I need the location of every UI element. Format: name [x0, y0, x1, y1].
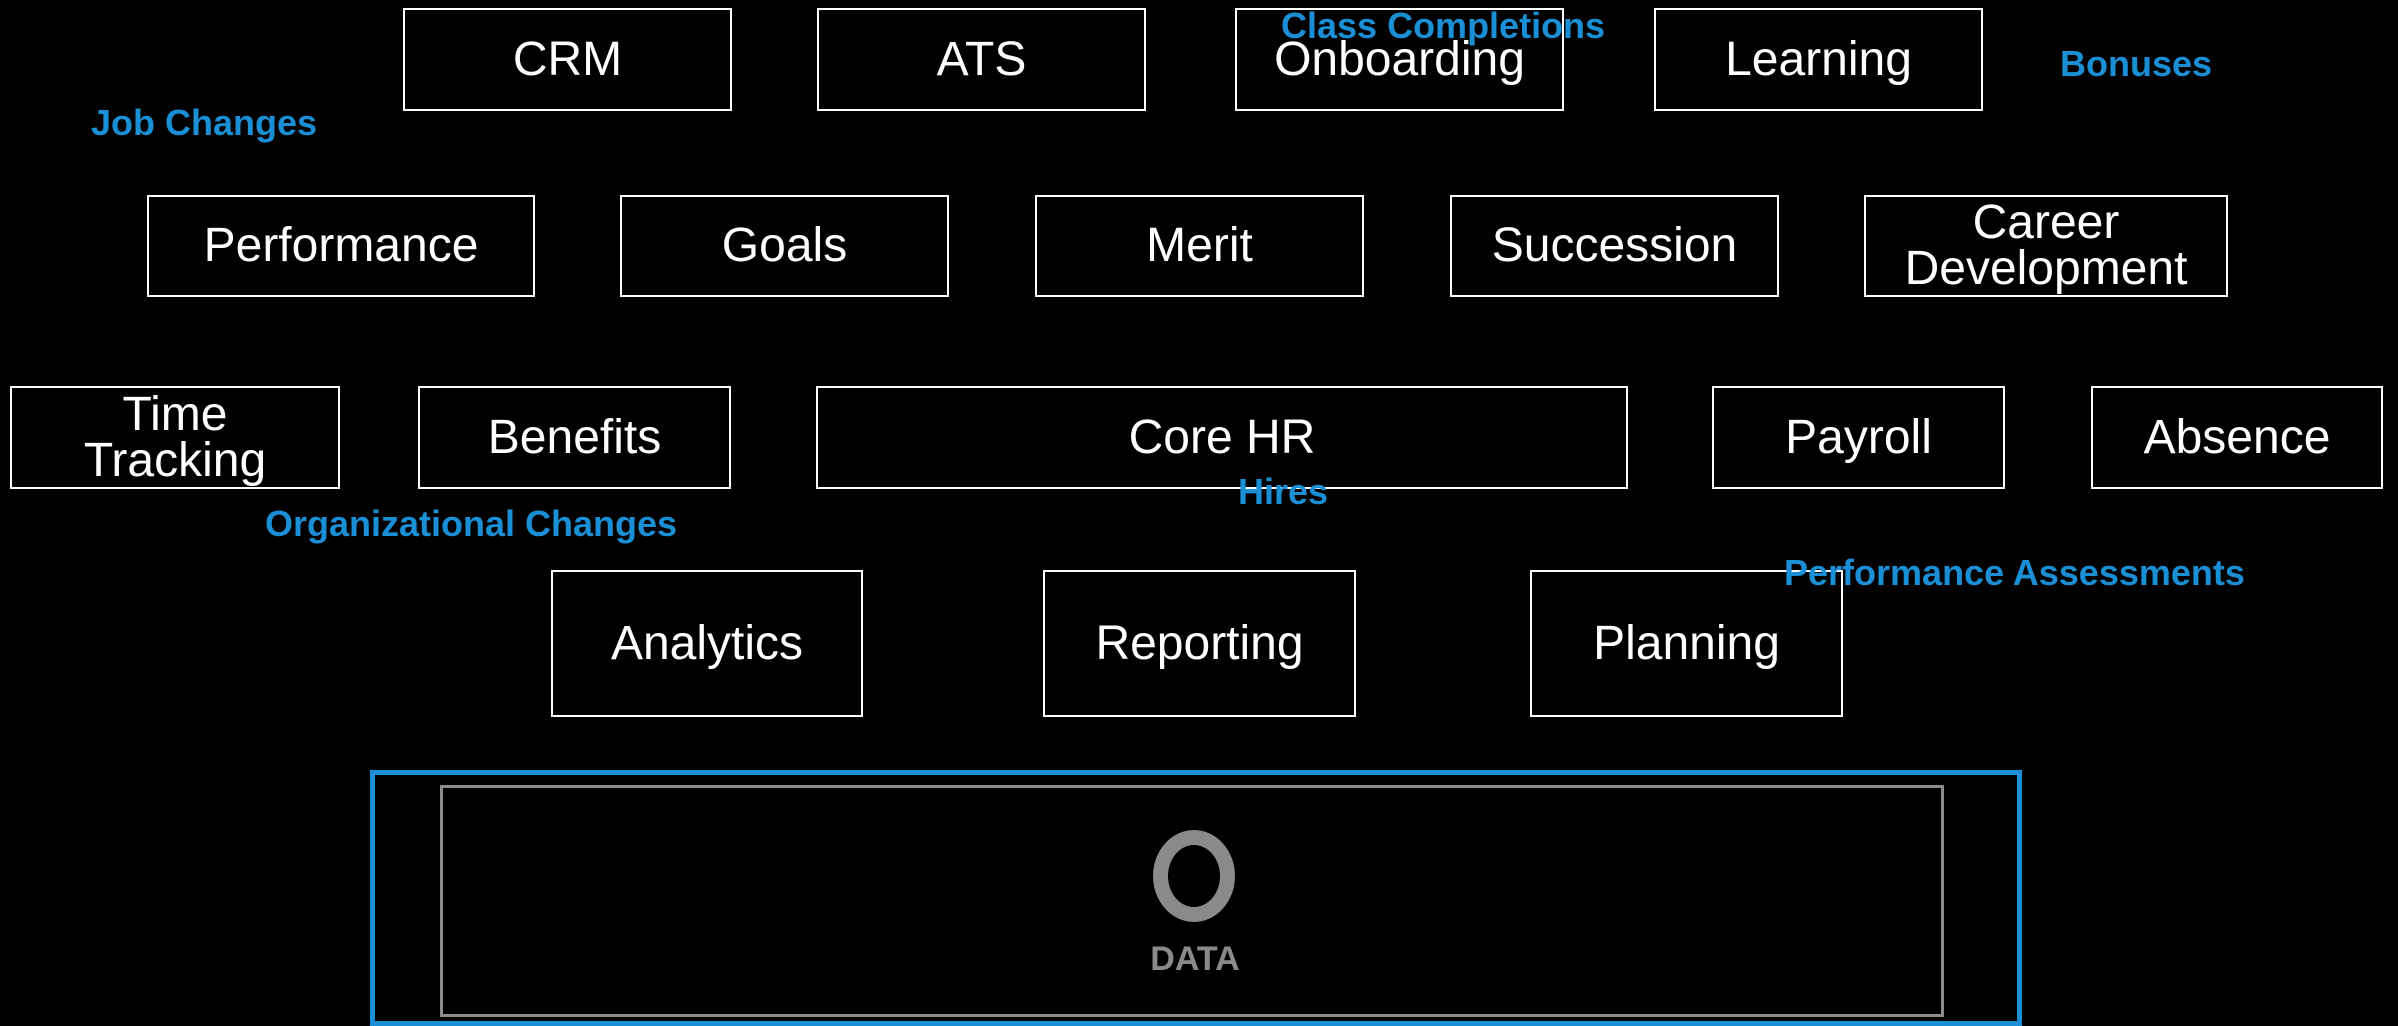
module-planning-label: Planning [1593, 616, 1780, 670]
event-job-changes: Job Changes [91, 102, 318, 143]
module-merit: Merit [1035, 195, 1364, 297]
module-ats-label: ATS [936, 32, 1027, 86]
module-time-tracking-line2: Tracking [83, 433, 267, 487]
event-class-completions: Class Completions [1281, 5, 1606, 46]
module-absence-label: Absence [2143, 410, 2331, 464]
module-goals: Goals [620, 195, 949, 297]
module-performance-label: Performance [203, 219, 479, 272]
event-performance-assessments: Performance Assessments [1784, 552, 2245, 593]
module-core-hr: Core HR [816, 386, 1628, 489]
event-bonuses: Bonuses [2060, 43, 2213, 84]
module-goals-label: Goals [721, 219, 848, 272]
module-reporting: Reporting [1043, 570, 1356, 717]
module-merit-label: Merit [1146, 219, 1253, 272]
module-career-development-line1: Career [1972, 196, 2120, 249]
module-benefits-label: Benefits [487, 410, 662, 464]
module-core-hr-label: Core HR [1128, 410, 1316, 464]
module-performance: Performance [147, 195, 535, 297]
module-time-tracking: Time Tracking [10, 386, 340, 489]
oracle-o-logo-icon [1153, 830, 1235, 922]
module-benefits: Benefits [418, 386, 731, 489]
event-organizational-changes: Organizational Changes [265, 503, 678, 544]
module-crm-label: CRM [512, 32, 623, 86]
module-career-development-line2: Development [1904, 242, 2188, 295]
event-hires: Hires [1238, 471, 1329, 512]
module-reporting-label: Reporting [1095, 616, 1304, 670]
module-career-development: Career Development [1864, 195, 2228, 297]
module-learning-label: Learning [1725, 32, 1912, 86]
module-payroll: Payroll [1712, 386, 2005, 489]
module-payroll-label: Payroll [1785, 410, 1932, 464]
module-ats: ATS [817, 8, 1146, 111]
module-time-tracking-line1: Time [122, 387, 228, 441]
module-crm: CRM [403, 8, 732, 111]
module-succession: Succession [1450, 195, 1779, 297]
module-succession-label: Succession [1491, 219, 1738, 272]
module-analytics: Analytics [551, 570, 863, 717]
module-analytics-label: Analytics [610, 616, 804, 670]
module-learning: Learning [1654, 8, 1983, 111]
module-absence: Absence [2091, 386, 2383, 489]
data-label: DATA [1150, 940, 1240, 978]
